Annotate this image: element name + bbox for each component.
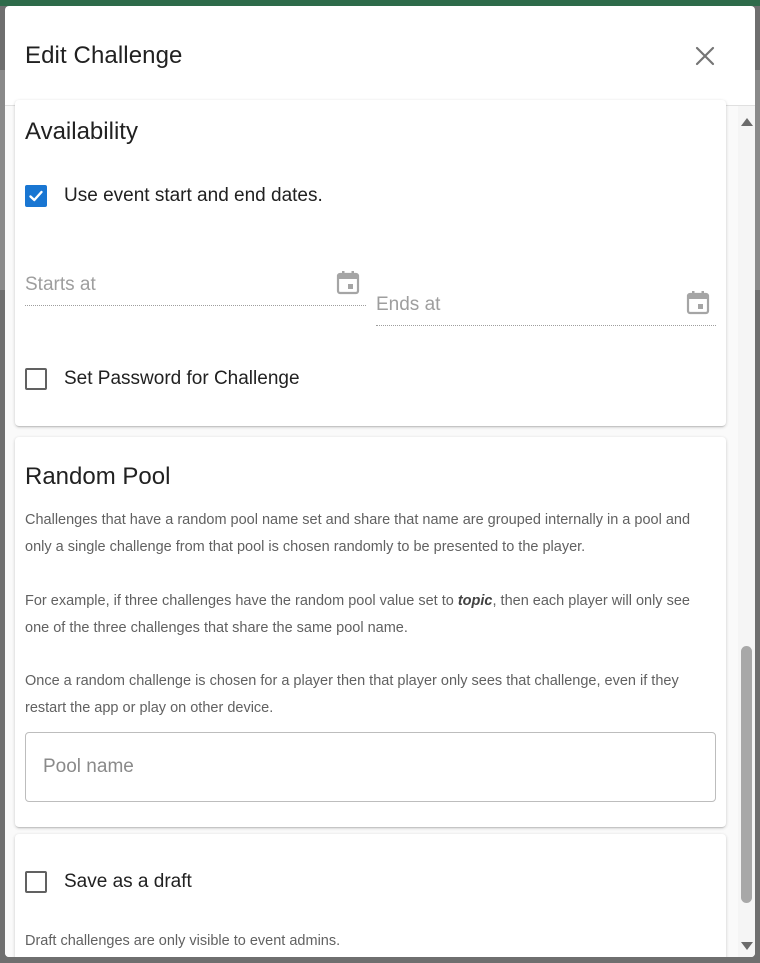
example-text-start: For example, if three challenges have th… [25, 593, 458, 609]
set-password-label: Set Password for Challenge [64, 368, 300, 389]
scrollbar[interactable] [738, 106, 755, 957]
check-icon [29, 190, 43, 202]
availability-title: Availability [25, 118, 138, 145]
pool-name-input[interactable] [25, 732, 716, 802]
use-event-dates-label: Use event start and end dates. [64, 185, 323, 206]
close-button[interactable] [693, 44, 717, 68]
ends-at-field[interactable]: Ends at [376, 290, 716, 326]
calendar-icon[interactable] [336, 270, 360, 301]
example-topic-term: topic [457, 593, 493, 609]
draft-help-text: Draft challenges are only visible to eve… [25, 933, 341, 949]
scroll-thumb[interactable] [741, 646, 752, 903]
set-password-checkbox-row[interactable]: Set Password for Challenge [25, 368, 300, 390]
use-event-dates-checkbox[interactable] [25, 185, 47, 207]
random-pool-title: Random Pool [25, 463, 171, 490]
scroll-up-arrow-icon[interactable] [741, 118, 753, 126]
random-pool-card: Random Pool Challenges that have a rando… [15, 437, 726, 827]
close-icon [695, 46, 715, 65]
random-pool-note: Once a random challenge is chosen for a … [25, 673, 679, 716]
ends-at-label: Ends at [376, 294, 441, 315]
random-pool-example: For example, if three challenges have th… [25, 588, 715, 641]
dialog-title: Edit Challenge [25, 41, 183, 69]
availability-card: Availability Use event start and end dat… [15, 100, 726, 426]
save-as-draft-checkbox[interactable] [25, 871, 47, 893]
dialog-header: Edit Challenge [5, 6, 755, 106]
starts-at-label: Starts at [25, 274, 96, 295]
starts-at-field[interactable]: Starts at [25, 270, 366, 306]
edit-challenge-dialog: Edit Challenge Availability Use event st… [5, 6, 755, 957]
use-event-dates-checkbox-row[interactable]: Use event start and end dates. [25, 185, 323, 207]
set-password-checkbox[interactable] [25, 368, 47, 390]
scroll-down-arrow-icon[interactable] [741, 942, 753, 950]
draft-card: Save as a draft Draft challenges are onl… [15, 834, 726, 957]
random-pool-description: Challenges that have a random pool name … [25, 512, 691, 555]
dialog-body: Availability Use event start and end dat… [5, 100, 755, 957]
save-as-draft-label: Save as a draft [64, 871, 192, 892]
save-as-draft-checkbox-row[interactable]: Save as a draft [25, 871, 192, 893]
calendar-icon[interactable] [686, 290, 710, 321]
